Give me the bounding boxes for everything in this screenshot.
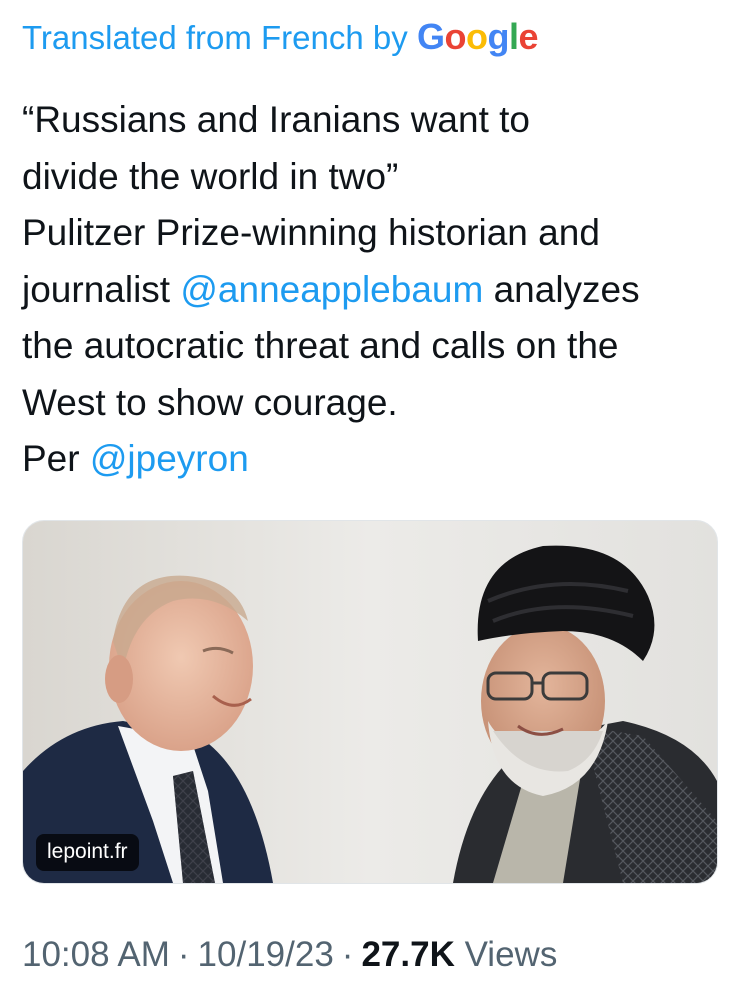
- separator: ·: [177, 935, 190, 974]
- tweet-image[interactable]: [22, 520, 718, 884]
- separator: ·: [341, 935, 354, 974]
- views-count[interactable]: 27.7K: [361, 935, 454, 974]
- translation-banner[interactable]: Translated from French by Google: [22, 16, 538, 58]
- views-label: Views: [454, 935, 558, 974]
- mention-link[interactable]: @anneapplebaum: [180, 269, 483, 310]
- tweet-line: “Russians and Iranians want to: [22, 99, 530, 140]
- tweet-line: West to show courage.: [22, 381, 398, 423]
- tweet-time[interactable]: 10:08 AM: [22, 935, 170, 974]
- tweet-line: the autocratic threat and calls on the: [22, 325, 619, 366]
- translation-label: Translated from French by: [22, 19, 408, 56]
- tweet-line: Pulitzer Prize-winning historian and: [22, 212, 600, 253]
- google-logo: Google: [416, 16, 539, 57]
- source-badge[interactable]: lepoint.fr: [36, 834, 139, 871]
- tweet-text: “Russians and Iranians want to divide th…: [22, 92, 722, 488]
- tweet-line: Per @jpeyron: [22, 438, 249, 479]
- tweet-line: journalist @anneapplebaum analyzes: [22, 268, 640, 310]
- mention-link[interactable]: @jpeyron: [90, 438, 249, 479]
- tweet-line: divide the world in two”: [22, 155, 399, 197]
- tweet-metadata: 10:08 AM · 10/19/23 · 27.7K Views: [22, 935, 557, 975]
- tweet-date[interactable]: 10/19/23: [198, 935, 334, 974]
